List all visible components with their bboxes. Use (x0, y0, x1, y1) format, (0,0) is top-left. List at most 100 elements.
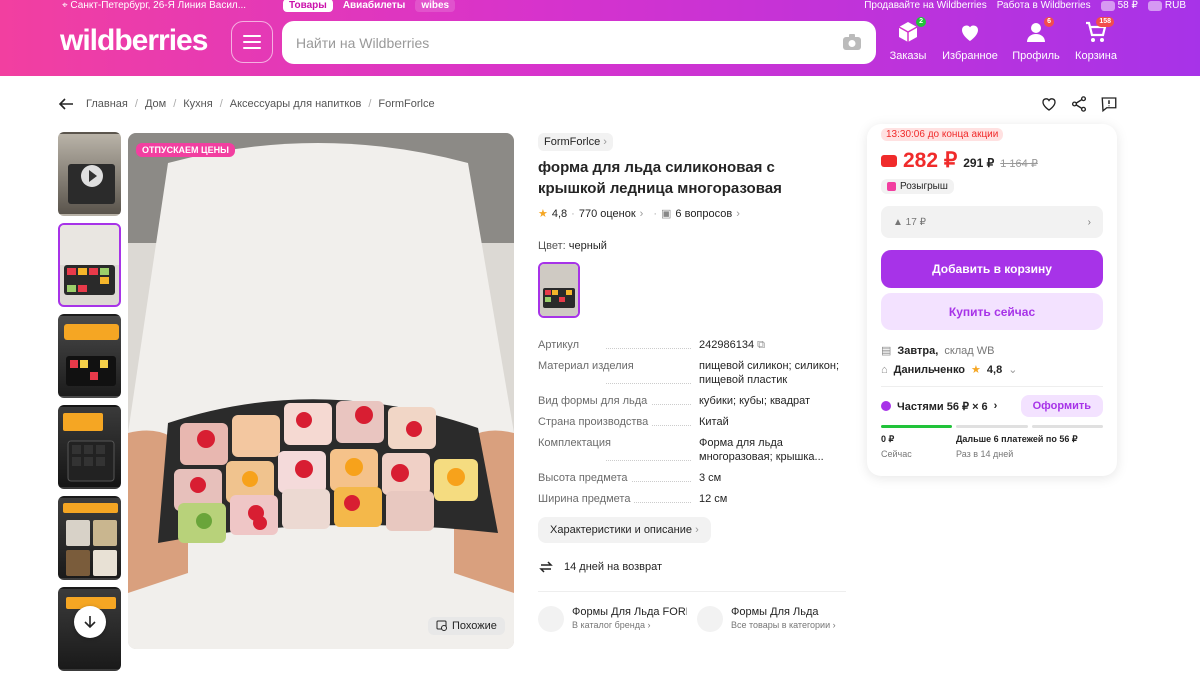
rating-value: 4,8 (551, 207, 568, 220)
similar-button[interactable]: Похожие (428, 617, 505, 635)
thumbnail-video[interactable] (58, 132, 121, 216)
spec-key: Вид формы для льда (538, 395, 652, 407)
location-link[interactable]: ⌖ Санкт-Петербург, 26-Я Линия Васил... (62, 0, 246, 11)
questions-link[interactable]: 6 вопросов (675, 208, 732, 220)
balance-value: 58 ₽ (1117, 0, 1138, 11)
nav-cart[interactable]: 158 Корзина (1064, 17, 1128, 62)
spec-row: Ширина предмета 12 см (538, 492, 846, 506)
crumb-kitchen[interactable]: Кухня (183, 98, 212, 110)
copy-icon[interactable]: ⧉ (757, 339, 765, 351)
pay-later: Дальше 6 платежей по 56 ₽ (956, 434, 1078, 444)
gift-icon (887, 182, 896, 191)
main-product-image[interactable] (128, 133, 514, 649)
category-sub: Все товары в категории (731, 620, 831, 630)
color-value: черный (568, 240, 607, 252)
brand-catalog-title: Формы Для Льда FORM (572, 606, 687, 618)
spec-row: Материал изделия пищевой силикон; силикон… (538, 359, 846, 387)
spec-row: Комплектация Форма для льда многоразовая;… (538, 436, 846, 464)
pay-now-sub: Сейчас (881, 449, 912, 459)
crumb-brand[interactable]: FormForlce (378, 98, 434, 110)
cashback-value: ▲ 17 ₽ (893, 216, 926, 228)
delivery-info: ▤ Завтра, склад WB (881, 344, 1103, 358)
installments-icon (881, 401, 891, 411)
sell-link[interactable]: Продавайте на Wildberries (864, 0, 987, 11)
similar-search-icon (436, 620, 447, 631)
heart-icon[interactable] (1040, 95, 1058, 113)
balance-pill[interactable]: 58 ₽ (1100, 0, 1138, 11)
heart-icon (958, 20, 982, 44)
category-links: Формы Для Льда FORM В каталог бренда › Фо… (538, 606, 846, 632)
spec-row: Страна производства Китай (538, 415, 846, 429)
reviews-link[interactable]: 770 оценок (579, 208, 636, 220)
cashback-row[interactable]: ▲ 17 ₽ › (881, 206, 1103, 238)
seller-info[interactable]: ⌂ Данильченко ★ 4,8 ⌄ (881, 363, 1103, 377)
menu-button[interactable] (231, 21, 273, 63)
thumbnail-list (58, 132, 122, 678)
crumb-dom[interactable]: Дом (145, 98, 166, 110)
spec-value[interactable]: 242986134 ⧉ (699, 338, 846, 352)
buy-now-button[interactable]: Купить сейчас (881, 293, 1103, 330)
scroll-down-button[interactable] (74, 606, 106, 638)
product-info: FormForlce › форма для льда силиконовая … (538, 132, 846, 632)
thumbnail-3[interactable] (58, 314, 121, 398)
spec-row: Вид формы для льда кубики; кубы; квадрат (538, 394, 846, 408)
category-link[interactable]: Формы Для Льда Все товары в категории › (697, 606, 846, 632)
wallet-icon (881, 154, 897, 167)
category-title: Формы Для Льда (731, 606, 819, 618)
characteristics-button[interactable]: Характеристики и описание › (538, 517, 711, 543)
spec-row: Артикул 242986134 ⧉ (538, 338, 846, 352)
rating-row: ★ 4,8 · 770 оценок › · ▣ 6 вопросов › (538, 207, 740, 221)
work-link[interactable]: Работа в Wildberries (997, 0, 1091, 11)
add-to-cart-button[interactable]: Добавить в корзину (881, 250, 1103, 288)
questions-icon: ▣ (661, 208, 672, 220)
thumbnail-5[interactable] (58, 496, 121, 580)
nav-profile[interactable]: 6 Профиль (1004, 17, 1068, 62)
pay-now: 0 ₽ (881, 434, 895, 444)
brand-catalog-link[interactable]: Формы Для Льда FORM В каталог бренда › (538, 606, 687, 632)
installments-progress (881, 425, 1103, 428)
star-icon: ★ (971, 364, 981, 376)
return-icon (539, 561, 553, 573)
oform-button[interactable]: Оформить (1020, 395, 1103, 417)
spec-value: Форма для льда многоразовая; крышка... (699, 437, 824, 463)
nav-orders[interactable]: 2 Заказы (876, 17, 940, 62)
currency-pill[interactable]: RUB (1147, 0, 1186, 11)
price-wallet: 282 ₽ (903, 149, 958, 172)
nav-favorites-label: Избранное (942, 50, 998, 62)
header: ⌖ Санкт-Петербург, 26-Я Линия Васил... Т… (0, 0, 1200, 76)
orders-badge: 2 (916, 17, 926, 27)
thumbnail-selected[interactable] (58, 223, 121, 307)
seller-rating: 4,8 (986, 363, 1003, 376)
back-arrow-icon[interactable] (58, 96, 74, 112)
brand-chip[interactable]: FormForlce › (538, 133, 613, 151)
nav-cart-label: Корзина (1075, 50, 1117, 62)
brand-catalog-sub: В каталог бренда (572, 620, 646, 630)
spec-key: Высота предмета (538, 472, 632, 484)
tab-goods[interactable]: Товары (283, 0, 333, 12)
logo[interactable]: wildberries (60, 24, 208, 58)
camera-icon[interactable] (842, 33, 862, 51)
search-bar (282, 21, 876, 64)
seller-name: Данильченко (893, 363, 966, 376)
share-icon[interactable] (1070, 95, 1088, 113)
nav-favorites[interactable]: Избранное (938, 20, 1002, 62)
report-icon[interactable] (1100, 95, 1118, 113)
cart-badge: 158 (1096, 17, 1114, 27)
color-swatch[interactable] (538, 262, 580, 318)
spec-value: 12 см (699, 493, 728, 505)
crumb-home[interactable]: Главная (86, 98, 128, 110)
nav-profile-label: Профиль (1012, 50, 1060, 62)
buy-box: 13:30:06 до конца акции 282 ₽ 291 ₽ 1 16… (867, 124, 1117, 476)
brand-name: FormForlce (544, 136, 601, 148)
tab-flights[interactable]: Авиабилеты (337, 0, 412, 12)
crumb-drink-accessories[interactable]: Аксессуары для напитков (230, 98, 362, 110)
search-input[interactable] (282, 21, 822, 64)
thumbnail-4[interactable] (58, 405, 121, 489)
return-text: 14 дней на возврат (564, 561, 662, 573)
product-title: форма для льда силиконовая с крышкой лед… (538, 159, 782, 197)
topbar: ⌖ Санкт-Петербург, 26-Я Линия Васил... Т… (0, 0, 1200, 13)
service-tabs: Товары Авиабилеты wibes (283, 0, 456, 12)
spec-key: Ширина предмета (538, 493, 635, 505)
tab-wibes[interactable]: wibes (415, 0, 456, 12)
raffle-badge[interactable]: Розыгрыш (881, 179, 954, 194)
